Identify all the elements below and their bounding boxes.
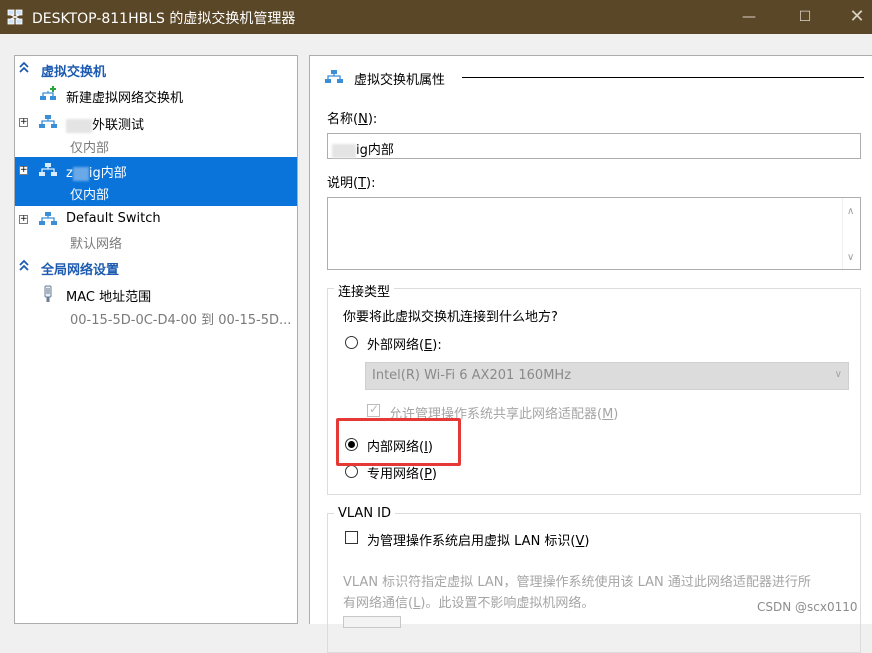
vlan-description-line1: VLAN 标识符指定虚拟 LAN，管理操作系统使用该 LAN 通过此网络适配器进… [343,575,811,590]
section-header-global-network[interactable]: 全局网络设置 [15,256,297,278]
network-switch-icon [39,163,57,176]
switch-item-default[interactable]: + Default Switch 默认网络 [15,208,297,254]
switch-name: z ig内部 [66,166,127,181]
switch-type: 仅内部 [70,141,110,156]
properties-title: 虚拟交换机属性 [354,73,446,88]
mac-address-icon [44,285,52,302]
connection-type-title: 连接类型 [334,281,395,300]
new-virtual-switch-item[interactable]: 新建虚拟网络交换机 [15,83,297,107]
name-input[interactable]: ig内部 [327,133,861,159]
vlan-id-input[interactable] [343,616,401,628]
external-network-radio[interactable] [345,336,358,349]
connection-question: 你要将此虚拟交换机连接到什么地方? [343,310,558,325]
title-bar: DESKTOP-811HBLS 的虚拟交换机管理器 — ☐ ✕ [0,0,872,34]
scroll-down-icon[interactable]: ∨ [847,252,854,263]
external-network-label[interactable]: 外部网络(E): [367,334,442,353]
vlan-enable-checkbox[interactable] [345,531,358,544]
vlan-enable-label[interactable]: 为管理操作系统启用虚拟 LAN 标识(V) [367,530,589,549]
mac-range-label: MAC 地址范围 [66,290,152,305]
section-header-virtual-switches[interactable]: 虚拟交换机 [15,58,297,80]
network-switch-icon [39,115,57,128]
switch-list-pane: 虚拟交换机 新建虚拟网络交换机 + 外联测试 仅内部 + z ig内部 仅内部 … [14,55,298,624]
network-switch-icon [39,212,57,225]
collapse-chevron-icon [19,259,29,271]
switch-type: 仅内部 [70,188,110,203]
heading-divider [462,77,864,78]
redacted-text [66,118,92,133]
chevron-down-icon: ∨ [834,369,842,380]
scroll-up-icon[interactable]: ∧ [847,206,854,217]
notes-scrollbar[interactable]: ∧ ∨ [842,198,860,269]
maximize-button[interactable]: ☐ [782,0,828,34]
section-label: 虚拟交换机 [41,65,107,80]
switch-item-internal[interactable]: + z ig内部 仅内部 [15,157,297,206]
vlan-description-line2: 有网络通信(L)。此设置不影响虚拟机网络。 [343,596,595,611]
notes-textarea[interactable]: ∧ ∨ [327,197,861,270]
expand-toggle[interactable]: + [19,215,28,224]
checkmark-icon: ✓ [369,402,380,416]
redacted-text [332,143,356,158]
name-input-value: ig内部 [356,143,394,158]
notes-label: 说明(T): [327,176,376,191]
switch-properties-pane: 虚拟交换机属性 名称(N): ig内部 说明(T): ∧ ∨ 连接类型 你要将此… [309,55,872,653]
window-title: DESKTOP-811HBLS 的虚拟交换机管理器 [32,11,296,27]
annotation-highlight-box [336,418,461,466]
new-switch-label: 新建虚拟网络交换机 [66,91,184,106]
switch-name: 外联测试 [66,114,144,133]
expand-toggle[interactable]: + [19,118,28,127]
mac-range-value: 00-15-5D-0C-D4-00 到 00-15-5D... [70,313,292,328]
collapse-chevron-icon [19,61,29,73]
network-switch-icon [325,70,343,83]
adapter-select-value: Intel(R) Wi-Fi 6 AX201 160MHz [372,368,572,383]
close-button[interactable]: ✕ [834,0,872,34]
private-network-radio[interactable] [345,465,358,478]
expand-toggle[interactable]: + [19,166,28,175]
allow-share-checkbox[interactable]: ✓ [367,402,380,417]
switch-item-external-test[interactable]: + 外联测试 仅内部 [15,110,297,156]
redacted-text [72,166,89,181]
vlan-title: VLAN ID [334,506,396,521]
switch-manager-icon [7,9,23,25]
switch-type: 默认网络 [70,237,123,252]
watermark: CSDN @scx0110 [757,600,858,614]
new-switch-icon [40,86,56,100]
switch-name: Default Switch [66,211,161,226]
name-label: 名称(N): [327,112,378,127]
minimize-button[interactable]: — [726,0,772,34]
adapter-select[interactable]: Intel(R) Wi-Fi 6 AX201 160MHz ∨ [365,362,849,390]
section-label: 全局网络设置 [41,263,120,278]
mac-address-range-item[interactable]: MAC 地址范围 00-15-5D-0C-D4-00 到 00-15-5D... [15,282,297,328]
